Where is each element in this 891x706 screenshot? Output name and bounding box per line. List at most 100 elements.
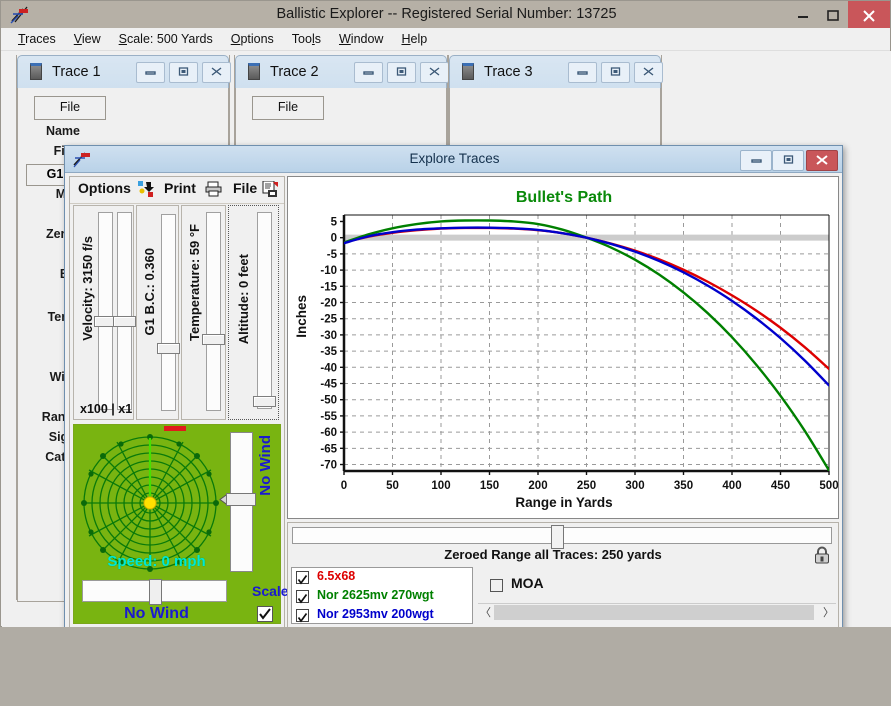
maximize-button[interactable] [818, 1, 848, 28]
child-title-trace-2: Trace 2 [270, 64, 319, 80]
printer-icon[interactable] [205, 181, 222, 200]
svg-text:-50: -50 [320, 395, 337, 407]
g1bc-thumb[interactable] [156, 343, 180, 354]
g1bc-track[interactable] [160, 214, 176, 411]
svg-text:100: 100 [431, 480, 450, 492]
scrollbar-track[interactable] [494, 605, 814, 620]
svg-text:300: 300 [625, 480, 644, 492]
legend-checkbox-3[interactable] [296, 609, 309, 623]
child-minimize-button-3[interactable] [568, 62, 597, 83]
child-close-button-2[interactable] [420, 62, 449, 83]
chart-plot-area: 50-5-10-15-20-25-30-35-40-45-50-55-60-65… [320, 214, 839, 492]
file-button[interactable]: File [34, 96, 106, 120]
wind-speed-slider-thumb[interactable] [149, 579, 162, 605]
svg-text:0: 0 [331, 233, 337, 245]
menu-item-window[interactable]: Window [330, 30, 392, 48]
menu-item-options[interactable]: Options [222, 30, 283, 48]
temperature-track[interactable] [205, 212, 221, 411]
wind-vertical-slider-thumb[interactable] [226, 493, 256, 506]
options-icon[interactable] [138, 181, 155, 201]
menu-item-help[interactable]: Help [392, 30, 436, 48]
svg-text:-5: -5 [327, 249, 338, 261]
svg-text:-20: -20 [320, 297, 337, 309]
title-bar: Ballistic Explorer -- Registered Serial … [1, 1, 890, 28]
trace-legend-list: 6.5x68 Nor 2625mv 270wgt Nor 2953mv 200w… [291, 567, 473, 624]
explore-maximize-button[interactable] [772, 150, 804, 171]
file-button[interactable]: File [233, 180, 257, 196]
g1bc-slider-group: G1 B.C.: 0.360 [135, 205, 180, 420]
explore-dialog-title: Explore Traces [409, 151, 500, 166]
child-minimize-button-1[interactable] [136, 62, 165, 83]
print-button[interactable]: Print [164, 180, 196, 196]
window-icon [462, 63, 474, 80]
svg-text:350: 350 [674, 480, 693, 492]
menu-item-view[interactable]: View [65, 30, 110, 48]
child-restore-button-2[interactable] [387, 62, 416, 83]
moa-panel: MOA 〈 〉 [478, 567, 836, 624]
zeroed-range-text: Zeroed Range all Traces: 250 yards [444, 547, 662, 562]
main-application-window: Ballistic Explorer -- Registered Serial … [0, 0, 891, 627]
child-title-trace-3: Trace 3 [484, 64, 533, 80]
altitude-thumb[interactable] [253, 396, 277, 407]
legend-row[interactable]: 6.5x68 [292, 568, 472, 587]
legend-checkbox-1[interactable] [296, 571, 309, 585]
legend-checkbox-2[interactable] [296, 590, 309, 604]
zeroed-range-slider[interactable] [292, 525, 832, 549]
moa-checkbox[interactable] [490, 579, 503, 592]
desktop-background [0, 627, 891, 706]
explore-minimize-button[interactable] [740, 150, 772, 171]
altitude-label: Altitude: 0 feet [236, 254, 252, 345]
child-titlebar-trace-1: Trace 1 [17, 55, 231, 88]
svg-text:450: 450 [771, 480, 790, 492]
child-titlebar-trace-3: Trace 3 [449, 55, 663, 88]
child-close-button-1[interactable] [202, 62, 231, 83]
velocity-fine-track[interactable] [117, 212, 132, 410]
zeroed-range-slider-thumb[interactable] [551, 525, 564, 549]
velocity-label: Velocity: 3150 f/s [80, 236, 95, 341]
options-button[interactable]: Options [78, 180, 131, 196]
menu-item-traces[interactable]: TTracesraces [9, 30, 65, 48]
legend-row[interactable]: Nor 2953mv 200wgt [292, 606, 472, 625]
menu-item-tools[interactable]: Tools [283, 30, 330, 48]
scroll-right-arrow-icon[interactable]: 〉 [821, 604, 836, 622]
explore-close-button[interactable] [806, 150, 838, 171]
scale-checkbox[interactable] [257, 606, 273, 622]
child-close-button-3[interactable] [634, 62, 663, 83]
child-restore-button-1[interactable] [169, 62, 198, 83]
legend-label-3: Nor 2953mv 200wgt [317, 607, 434, 621]
wind-speed-slider[interactable] [82, 579, 227, 605]
svg-text:-55: -55 [320, 411, 337, 423]
scroll-left-arrow-icon[interactable]: 〈 [478, 604, 493, 622]
svg-text:-10: -10 [320, 265, 337, 277]
child-restore-button-3[interactable] [601, 62, 630, 83]
explore-titlebar: Explore Traces [65, 146, 842, 173]
explore-bottom-panel: Zeroed Range all Traces: 250 yards 6.5x6… [287, 522, 839, 627]
menu-bar: TTracesraces View Scale: 500 Yards Optio… [1, 28, 890, 51]
velocity-coarse-track[interactable] [98, 212, 113, 410]
velocity-fine-thumb[interactable] [113, 316, 136, 327]
close-button[interactable] [848, 1, 890, 28]
velocity-slider-group: Velocity: 3150 f/s x100 | x1 [73, 205, 136, 420]
svg-text:-25: -25 [320, 314, 337, 326]
horizontal-scrollbar[interactable]: 〈 〉 [478, 603, 836, 622]
save-file-icon[interactable] [262, 180, 279, 200]
explore-traces-dialog: Explore Traces Options Print File Veloci… [64, 145, 843, 627]
padlock-icon[interactable] [812, 545, 832, 565]
child-minimize-button-2[interactable] [354, 62, 383, 83]
altitude-track[interactable] [257, 212, 273, 409]
child-titlebar-trace-2: Trace 2 [235, 55, 449, 88]
svg-text:-70: -70 [320, 460, 337, 472]
svg-text:400: 400 [722, 480, 741, 492]
legend-label-1: 6.5x68 [317, 569, 356, 583]
svg-text:5: 5 [331, 216, 338, 228]
menu-item-scale[interactable]: Scale: 500 Yards [110, 30, 222, 48]
page-title: Ballistic Explorer -- Registered Serial … [276, 6, 617, 22]
file-button[interactable]: File [252, 96, 324, 120]
temperature-thumb[interactable] [201, 334, 225, 345]
legend-row[interactable]: Nor 2625mv 270wgt [292, 587, 472, 606]
wind-vertical-label: No Wind [257, 435, 274, 496]
svg-text:-35: -35 [320, 346, 337, 358]
svg-text:-60: -60 [320, 427, 337, 439]
minimize-button[interactable] [788, 1, 818, 28]
wind-direction-text: No Wind [124, 605, 189, 622]
